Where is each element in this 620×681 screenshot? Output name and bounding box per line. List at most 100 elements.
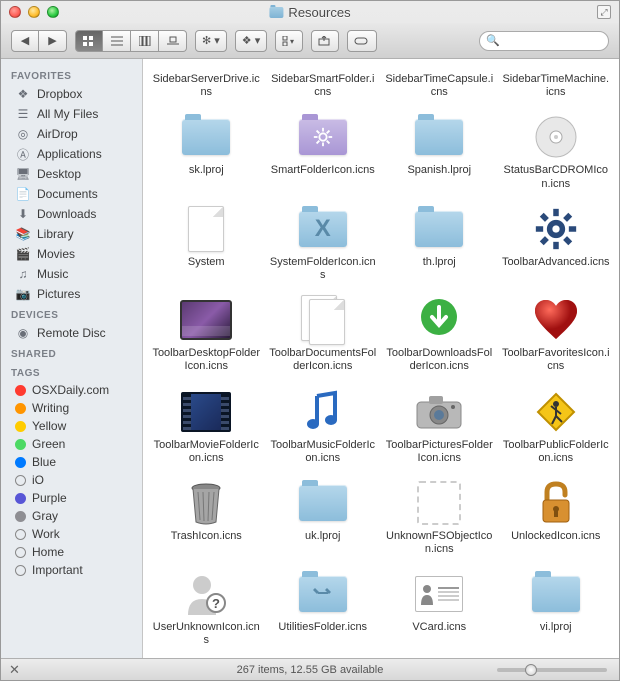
tag-dot-icon [15, 493, 26, 504]
file-item[interactable]: ToolbarAdvanced.icns [499, 203, 614, 284]
file-label: uk.lproj [305, 530, 340, 543]
file-item[interactable]: SidebarServerDrive.icns [149, 61, 264, 101]
file-item[interactable]: StatusBarCDROMIcon.icns [499, 111, 614, 192]
file-view[interactable]: SidebarServerDrive.icnsSidebarSmartFolde… [143, 59, 619, 658]
sidebar-item[interactable]: Green [1, 435, 142, 453]
file-item[interactable]: sk.lproj [149, 111, 264, 192]
tag-dot-icon [15, 457, 26, 468]
back-button[interactable]: ◀ [11, 30, 39, 52]
file-item[interactable]: ToolbarMovieFolderIcon.icns [149, 386, 264, 467]
file-label: SystemFolderIcon.icns [269, 256, 377, 282]
file-label: ToolbarAdvanced.icns [502, 256, 610, 269]
file-item[interactable]: uk.lproj [266, 477, 381, 558]
file-item[interactable]: TrashIcon.icns [149, 477, 264, 558]
window-title: Resources [288, 5, 350, 20]
svg-text:▾: ▾ [290, 37, 294, 46]
zoom-button[interactable] [47, 6, 59, 18]
sidebar-item[interactable]: ❖Dropbox [1, 84, 142, 104]
statusbar: ✕ 267 items, 12.55 GB available [1, 658, 619, 680]
file-thumb-movie [177, 388, 235, 436]
sidebar-item[interactable]: ☰All My Files [1, 104, 142, 124]
minimize-button[interactable] [28, 6, 40, 18]
forward-button[interactable]: ▶ [39, 30, 67, 52]
share-button[interactable] [311, 30, 339, 52]
sidebar-item-label: Movies [37, 247, 75, 261]
file-item[interactable]: ?UserUnknownIcon.icns [149, 568, 264, 649]
arrange-menu-button[interactable]: ▾ [275, 30, 303, 52]
view-list-button[interactable] [103, 30, 131, 52]
file-label: ToolbarMusicFolderIcon.icns [269, 439, 377, 465]
sidebar-item-label: Home [32, 545, 64, 559]
path-button[interactable]: ✕ [9, 662, 20, 678]
sidebar-item[interactable]: Blue [1, 453, 142, 471]
file-item[interactable]: ToolbarPublicFolderIcon.icns [499, 386, 614, 467]
file-item[interactable]: ToolbarPicturesFolderIcon.icns [382, 386, 497, 467]
sidebar-item[interactable]: 📷Pictures [1, 284, 142, 304]
file-item[interactable]: XSystemFolderIcon.icns [266, 203, 381, 284]
titlebar: Resources ⤢ [1, 1, 619, 23]
view-columns-button[interactable] [131, 30, 159, 52]
file-thumb-folder [410, 205, 468, 253]
file-item[interactable]: VCard.icns [382, 568, 497, 649]
view-icons-button[interactable] [75, 30, 103, 52]
search-field[interactable]: 🔍 [479, 31, 609, 51]
file-item[interactable]: ToolbarDownloadsFolderIcon.icns [382, 294, 497, 375]
file-item[interactable]: vi.lproj [499, 568, 614, 649]
file-item[interactable]: UnlockedIcon.icns [499, 477, 614, 558]
sidebar-item[interactable]: iO [1, 471, 142, 489]
dropbox-toolbar-button[interactable]: ❖ ▾ [235, 30, 267, 52]
file-item[interactable]: ToolbarFavoritesIcon.icns [499, 294, 614, 375]
close-button[interactable] [9, 6, 21, 18]
sidebar-item[interactable]: 🎬Movies [1, 244, 142, 264]
allfiles-icon: ☰ [15, 106, 31, 122]
file-label: ToolbarMovieFolderIcon.icns [152, 439, 260, 465]
sidebar-item[interactable]: ⒶApplications [1, 144, 142, 164]
sidebar-item[interactable]: 📄Documents [1, 184, 142, 204]
sidebar-item[interactable]: ⬇Downloads [1, 204, 142, 224]
file-label: ToolbarDesktopFolderIcon.icns [152, 347, 260, 373]
search-input[interactable] [500, 35, 602, 47]
sidebar-section-header: TAGS [1, 362, 142, 381]
tags-button[interactable] [347, 30, 377, 52]
sidebar-item[interactable]: OSXDaily.com [1, 381, 142, 399]
sidebar-item[interactable]: Work [1, 525, 142, 543]
file-label: UnlockedIcon.icns [511, 530, 600, 543]
file-item[interactable]: ToolbarDesktopFolderIcon.icns [149, 294, 264, 375]
file-item[interactable]: ToolbarMusicFolderIcon.icns [266, 386, 381, 467]
sidebar-item[interactable]: Yellow [1, 417, 142, 435]
sidebar-item-label: iO [32, 473, 44, 487]
sidebar-item[interactable]: ◎AirDrop [1, 124, 142, 144]
sidebar-item-label: Yellow [32, 419, 66, 433]
icon-size-slider[interactable] [497, 663, 607, 677]
sidebar-item[interactable]: Writing [1, 399, 142, 417]
file-item[interactable]: th.lproj [382, 203, 497, 284]
file-item[interactable]: SmartFolderIcon.icns [266, 111, 381, 192]
view-coverflow-button[interactable] [159, 30, 187, 52]
file-item[interactable]: SidebarTimeCapsule.icns [382, 61, 497, 101]
tag-dot-icon [15, 565, 26, 576]
sidebar-item[interactable]: Gray [1, 507, 142, 525]
sidebar-item-label: Green [32, 437, 65, 451]
file-item[interactable]: Spanish.lproj [382, 111, 497, 192]
sidebar-item[interactable]: Home [1, 543, 142, 561]
file-thumb-half [410, 63, 468, 73]
file-label: SmartFolderIcon.icns [271, 164, 375, 177]
sidebar-item[interactable]: Important [1, 561, 142, 579]
file-item[interactable]: SidebarSmartFolder.icns [266, 61, 381, 101]
file-item[interactable]: UnknownFSObjectIcon.icns [382, 477, 497, 558]
fullscreen-button[interactable]: ⤢ [597, 5, 611, 19]
file-item[interactable]: ToolbarDocumentsFolderIcon.icns [266, 294, 381, 375]
sidebar-item[interactable]: ♫Music [1, 264, 142, 284]
action-menu-button[interactable]: ✻ ▾ [195, 30, 227, 52]
file-label: System [188, 256, 225, 269]
sidebar-item-label: Downloads [37, 207, 96, 221]
sidebar-item-label: Work [32, 527, 60, 541]
file-item[interactable]: System [149, 203, 264, 284]
sidebar-item[interactable]: Purple [1, 489, 142, 507]
sidebar-item[interactable]: 📚Library [1, 224, 142, 244]
file-item[interactable]: UtilitiesFolder.icns [266, 568, 381, 649]
sidebar-item[interactable]: ◉Remote Disc [1, 323, 142, 343]
file-label: UtilitiesFolder.icns [278, 621, 367, 634]
file-item[interactable]: SidebarTimeMachine.icns [499, 61, 614, 101]
sidebar-item[interactable]: 🖥Desktop [1, 164, 142, 184]
